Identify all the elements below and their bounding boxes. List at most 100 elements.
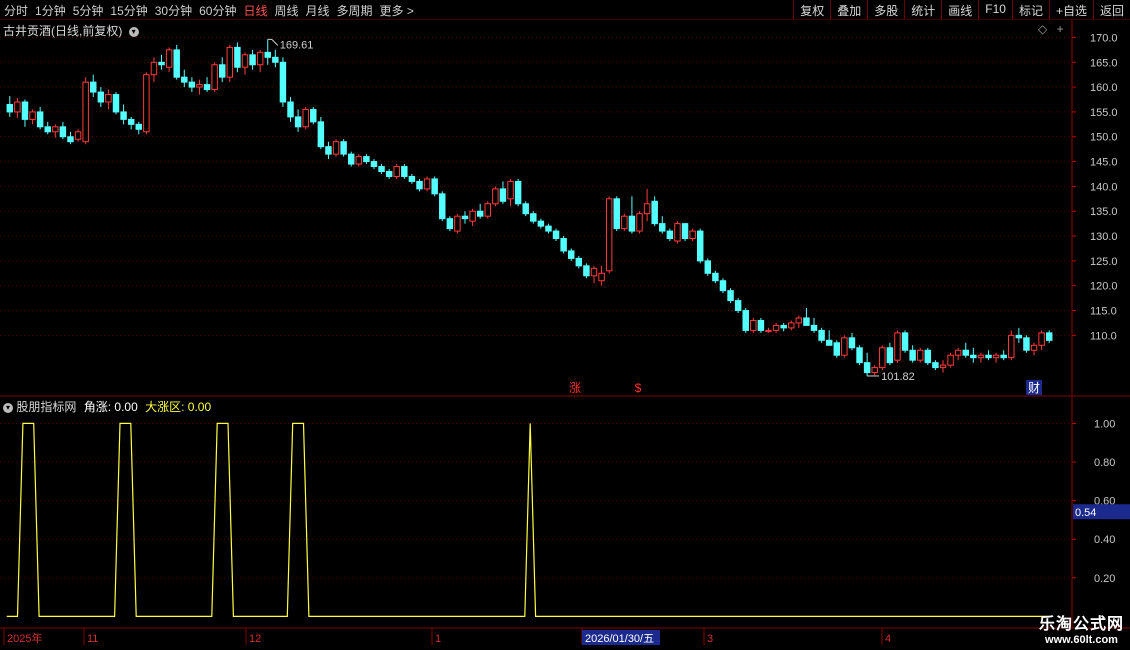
candle-body <box>1008 334 1015 359</box>
candle-body <box>583 265 590 277</box>
y-tick-label: 135.0 <box>1090 206 1118 218</box>
candle-body <box>1045 332 1053 341</box>
candle-body <box>401 166 408 177</box>
candle-body <box>67 136 74 143</box>
date-label-3: 1 <box>435 633 441 645</box>
candle-body <box>590 267 598 277</box>
candle-body <box>264 51 271 58</box>
y-tick-label: 165.0 <box>1090 57 1118 69</box>
candle-body <box>446 218 454 230</box>
candle-body <box>621 215 628 230</box>
candle-body <box>211 64 218 91</box>
candle-body <box>674 223 681 242</box>
candle-body <box>886 347 894 364</box>
watermark-url: www.60lt.com <box>1045 634 1118 646</box>
candle-body <box>522 203 529 215</box>
candle-body <box>757 319 765 331</box>
candle-body <box>818 329 825 341</box>
candle-body <box>203 84 211 91</box>
candle-body <box>954 349 962 356</box>
y-tick-label: 110.0 <box>1090 330 1117 342</box>
candle-body <box>1038 332 1045 346</box>
candle-body <box>385 171 393 177</box>
candle-body <box>370 161 378 168</box>
candle-body <box>681 223 689 240</box>
candle-body <box>188 81 196 88</box>
candle-body <box>939 364 947 369</box>
candle-body <box>696 230 704 262</box>
candle-body <box>780 324 787 329</box>
candle-body <box>894 332 901 361</box>
date-label-6: 4 <box>885 633 891 645</box>
candle-body <box>29 111 36 120</box>
y-tick-label: 155.0 <box>1090 107 1118 119</box>
date-label-1: 11 <box>87 633 98 645</box>
candle-body <box>689 230 696 240</box>
candle-body <box>173 49 180 78</box>
candle-body <box>332 141 340 155</box>
y-tick-label: 150.0 <box>1090 132 1118 144</box>
candle-body <box>1015 334 1023 339</box>
y-tick-label: 170.0 <box>1090 32 1118 44</box>
candle-body <box>36 111 44 128</box>
candle-body <box>719 280 727 292</box>
candle-body <box>476 210 484 217</box>
candle-body <box>279 61 287 103</box>
candle-body <box>112 94 120 113</box>
candle-body <box>52 126 59 133</box>
candle-body <box>932 362 939 369</box>
candle-body <box>287 101 294 118</box>
candle-body <box>863 362 871 374</box>
candle-body <box>90 81 97 93</box>
candle-body <box>977 354 985 359</box>
y-tick-label: 115.0 <box>1090 306 1117 318</box>
candle-body <box>772 324 780 331</box>
candle-body <box>59 126 67 138</box>
candle-body <box>962 349 969 356</box>
candle-body <box>628 215 636 232</box>
candle-body <box>310 108 317 123</box>
candle-body <box>347 153 355 165</box>
candle-body <box>924 349 932 364</box>
candle-body <box>454 215 461 232</box>
y-tick-label: 125.0 <box>1090 256 1118 268</box>
candle-body <box>803 317 810 326</box>
candle-body <box>82 81 89 143</box>
candle-body <box>431 178 438 195</box>
candle-body <box>810 324 818 331</box>
candle-body <box>120 111 127 120</box>
candle-body <box>795 317 803 324</box>
y-tick-label: 145.0 <box>1090 157 1118 169</box>
candle-body <box>727 290 734 302</box>
indicator-line <box>6 422 1049 617</box>
date-label-5: 3 <box>707 633 713 645</box>
y-tick-label: 160.0 <box>1090 82 1118 94</box>
candle-body <box>659 223 666 232</box>
candle-body <box>249 54 256 66</box>
candle-body <box>196 84 203 88</box>
candle-body <box>105 94 112 103</box>
candles <box>6 39 1053 376</box>
candle-body <box>636 213 643 232</box>
event-mark-2: 财 <box>1028 381 1040 395</box>
candle-body <box>643 203 651 215</box>
candle-body <box>302 108 309 128</box>
event-mark-1: $ <box>635 381 642 395</box>
candle-body <box>530 213 537 222</box>
candle-body <box>378 166 385 173</box>
high-pointer <box>267 38 279 46</box>
candle-body <box>256 51 264 66</box>
candle-body <box>613 198 620 230</box>
stock-chart[interactable]: 110.0 115.0 120.0 125.0 130.0 135.0 140.0 145.0… <box>0 0 1130 650</box>
candle-body <box>44 126 51 133</box>
candle-body <box>575 257 583 267</box>
candle-body <box>218 64 226 78</box>
candle-body <box>97 91 105 103</box>
candle-body <box>423 178 431 190</box>
candle-body <box>560 238 567 252</box>
candle-body <box>234 46 241 68</box>
candle-body <box>416 180 423 190</box>
candle-body <box>499 188 507 202</box>
y-tick-label: 120.0 <box>1090 281 1118 293</box>
candle-body <box>21 101 29 120</box>
